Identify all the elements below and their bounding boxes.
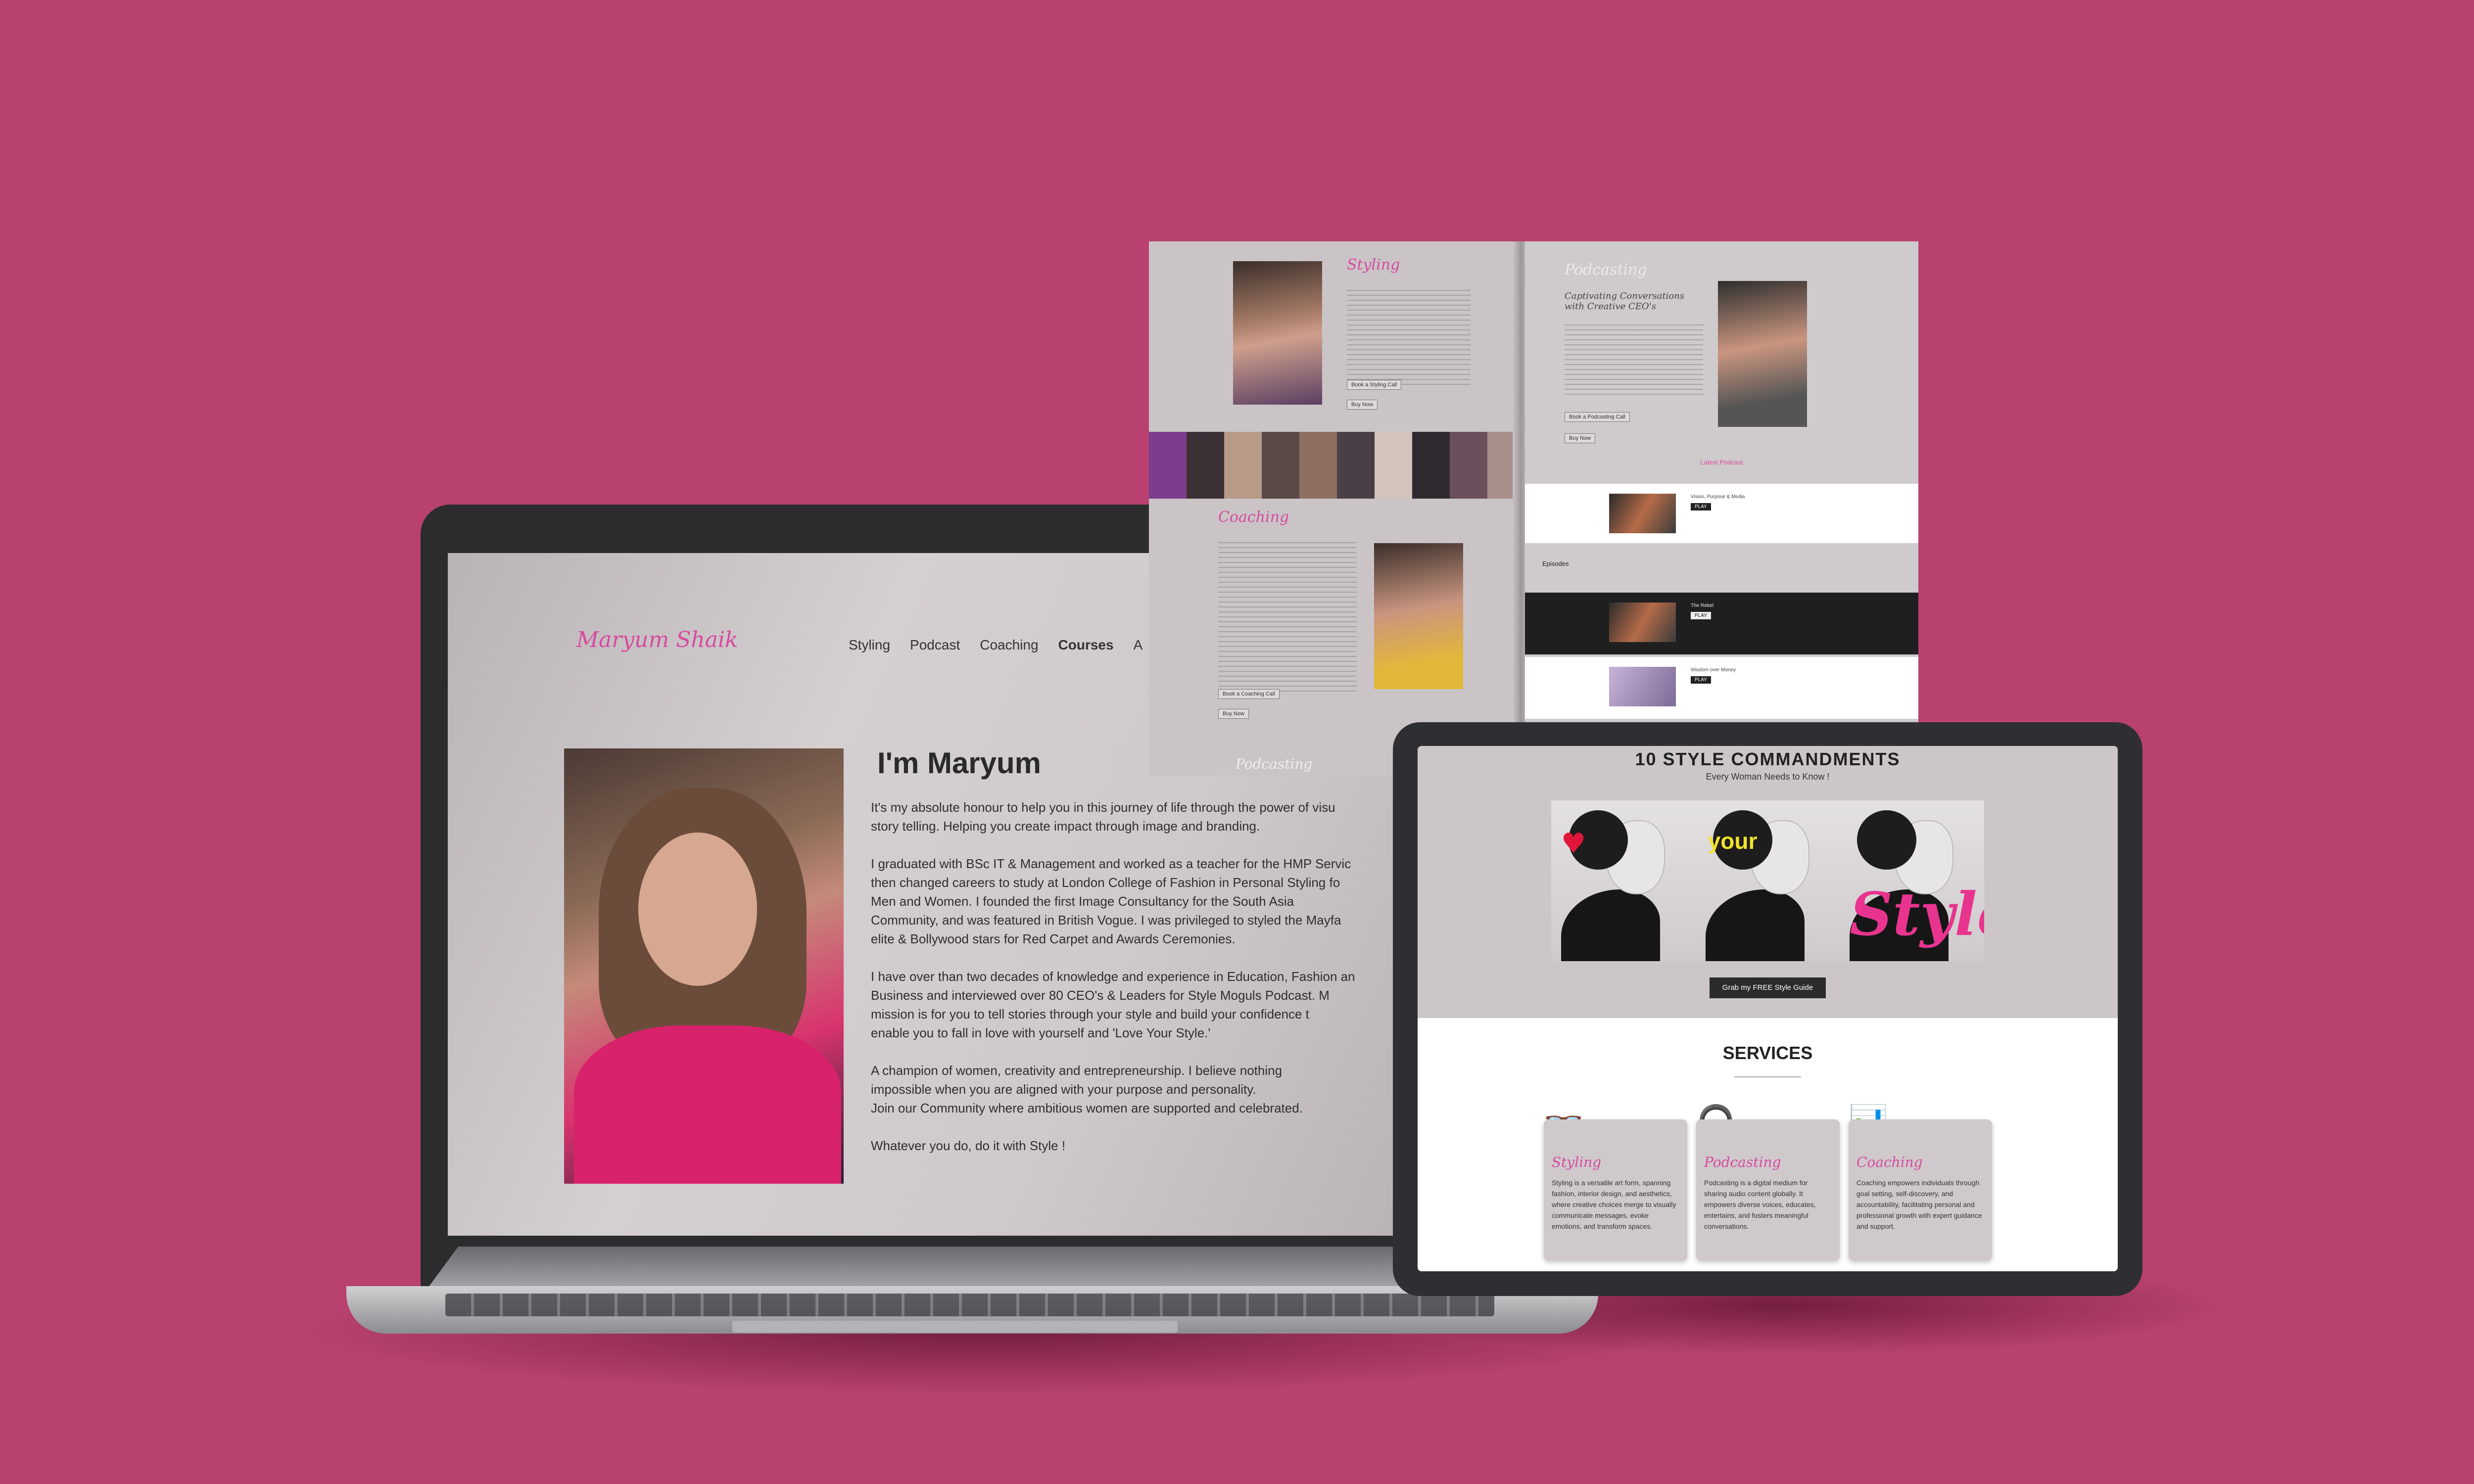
episode-title: The Rebel <box>1691 603 1714 608</box>
service-card-styling[interactable]: Styling Styling is a versatile art form,… <box>1544 1119 1687 1260</box>
service-description: Podcasting is a digital medium for shari… <box>1704 1179 1816 1230</box>
nav-about[interactable]: A <box>1134 637 1143 653</box>
episode-row[interactable]: Wisdom over Money PLAY <box>1525 657 1918 719</box>
about-paragraph: I have over than two decades of knowledg… <box>871 969 1355 1040</box>
podcasting-subtitle: Captivating Conversations with Creative … <box>1565 291 1684 312</box>
photo-strip <box>1149 432 1525 499</box>
podcasting-text <box>1565 321 1703 395</box>
episode-title: Wisdom over Money <box>1691 667 1736 673</box>
service-card-podcasting[interactable]: Podcasting Podcasting is a digital mediu… <box>1696 1119 1840 1260</box>
latest-podcast-label: Latest Podcast <box>1700 459 1743 466</box>
about-paragraph: A champion of women, creativity and entr… <box>871 1063 1303 1115</box>
about-paragraph: I graduated with BSc IT & Management and… <box>871 856 1351 946</box>
latest-episode[interactable]: Vision, Purpose & Media PLAY <box>1525 484 1918 543</box>
heart-icon: ♥ <box>1561 828 1586 860</box>
about-heading: I'm Maryum <box>877 746 1042 780</box>
nav-courses[interactable]: Courses <box>1058 637 1114 653</box>
about-paragraph: Whatever you do, do it with Style ! <box>871 1138 1066 1153</box>
tablet-screen: 10 STYLE COMMANDMENTS Every Woman Needs … <box>1418 746 2118 1271</box>
nav-styling[interactable]: Styling <box>849 637 890 653</box>
episode-thumbnail <box>1609 603 1676 642</box>
play-button[interactable]: PLAY <box>1691 503 1711 510</box>
service-title: Styling <box>1552 1154 1602 1170</box>
laptop-hinge <box>426 1247 1514 1291</box>
brochure-spread: Styling Book a Styling Call Buy Now Coac… <box>1149 241 1918 776</box>
podcasting-title: Podcasting <box>1565 261 1647 278</box>
trackpad <box>732 1321 1178 1333</box>
styling-photo <box>1233 261 1322 405</box>
services-heading: SERVICES <box>1722 1043 1813 1063</box>
coaching-title: Coaching <box>1218 509 1289 526</box>
about-paragraph: It's my absolute honour to help you in t… <box>871 800 1335 834</box>
nav-coaching[interactable]: Coaching <box>980 637 1038 653</box>
podcasting-call-button[interactable]: Book a Podcasting Call <box>1565 412 1630 422</box>
podcasting-photo <box>1718 281 1807 427</box>
service-card-coaching[interactable]: Coaching Coaching empowers individuals t… <box>1849 1119 1992 1260</box>
hero-word-your: your <box>1708 828 1758 854</box>
styling-buy-button[interactable]: Buy Now <box>1347 400 1378 410</box>
site-logo[interactable]: Maryum Shaik <box>576 627 738 652</box>
coaching-text <box>1218 538 1357 692</box>
coaching-buy-button[interactable]: Buy Now <box>1218 709 1249 719</box>
coaching-photo <box>1374 543 1463 689</box>
service-description: Coaching empowers individuals through go… <box>1856 1179 1982 1230</box>
profile-photo <box>564 748 844 1184</box>
play-button[interactable]: PLAY <box>1691 676 1711 684</box>
hero-title: 10 STYLE COMMANDMENTS <box>1635 749 1901 769</box>
about-text: It's my absolute honour to help you in t… <box>871 798 1440 1174</box>
coaching-call-button[interactable]: Book a Coaching Call <box>1218 689 1280 699</box>
episode-thumbnail <box>1609 667 1676 706</box>
episode-title: Vision, Purpose & Media <box>1691 494 1745 500</box>
services-divider <box>1734 1076 1801 1077</box>
brochure-left-page: Styling Book a Styling Call Buy Now Coac… <box>1149 241 1518 776</box>
hero-word-style: Style <box>1850 880 1984 949</box>
styling-text <box>1347 286 1471 385</box>
hero-image: ♥ your Style <box>1551 800 1985 961</box>
styling-call-button[interactable]: Book a Styling Call <box>1347 380 1402 390</box>
episode-thumbnail <box>1609 494 1676 533</box>
service-title: Coaching <box>1856 1154 1923 1170</box>
free-style-guide-button[interactable]: Grab my FREE Style Guide <box>1710 977 1826 998</box>
service-title: Podcasting <box>1704 1154 1781 1170</box>
podcasting-buy-button[interactable]: Buy Now <box>1565 433 1596 443</box>
keyboard <box>445 1294 1494 1316</box>
hero-subtitle: Every Woman Needs to Know ! <box>1706 772 1830 782</box>
podcasting-footer: Podcasting <box>1236 756 1313 772</box>
nav-podcast[interactable]: Podcast <box>910 637 960 653</box>
main-nav: Styling Podcast Coaching Courses A <box>849 637 1142 653</box>
service-description: Styling is a versatile art form, spannin… <box>1552 1179 1676 1230</box>
play-button[interactable]: PLAY <box>1691 612 1711 619</box>
episodes-label: Episodes <box>1542 560 1569 567</box>
styling-title: Styling <box>1347 256 1400 274</box>
episode-row[interactable]: The Rebel PLAY <box>1525 593 1918 654</box>
